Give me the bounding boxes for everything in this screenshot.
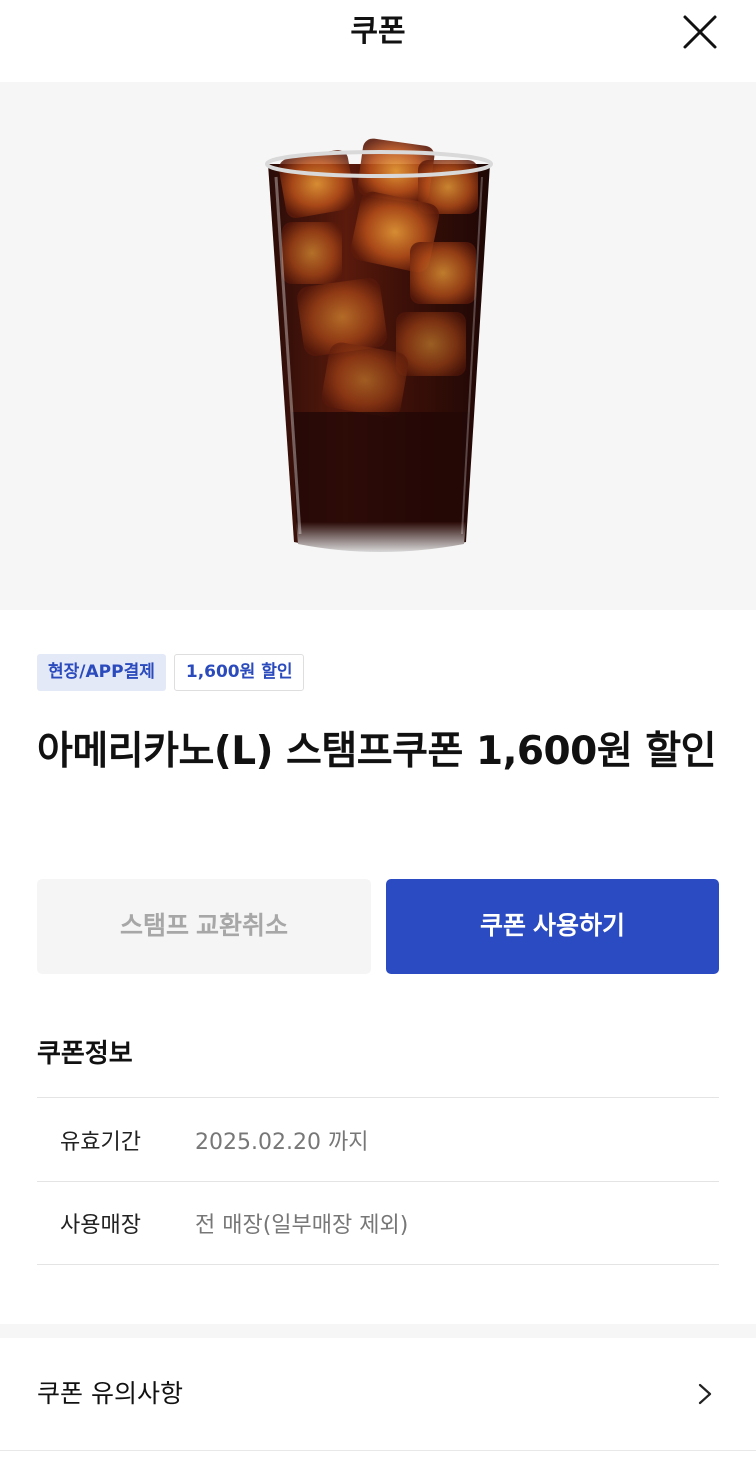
page-title: 쿠폰: [350, 14, 406, 49]
iced-americano-image: [265, 138, 493, 552]
coupon-info-table: 유효기간 2025.02.20 까지 사용매장 전 매장(일부매장 제외): [37, 1097, 719, 1265]
info-row-stores: 사용매장 전 매장(일부매장 제외): [37, 1181, 719, 1265]
section-divider: [0, 1324, 756, 1338]
discount-badge: 1,600원 할인: [173, 654, 305, 691]
stamp-exchange-cancel-button[interactable]: 스탬프 교환취소: [37, 879, 371, 974]
info-row-validity: 유효기간 2025.02.20 까지: [37, 1097, 719, 1181]
coupon-notice-row[interactable]: 쿠폰 유의사항: [0, 1338, 756, 1451]
validity-label: 유효기간: [60, 1129, 141, 1155]
coupon-title: 아메리카노(L) 스탬프쿠폰 1,600원 할인: [37, 729, 717, 774]
coupon-info-heading: 쿠폰정보: [37, 1039, 133, 1069]
use-coupon-button[interactable]: 쿠폰 사용하기: [386, 879, 719, 974]
stores-value: 전 매장(일부매장 제외): [195, 1213, 409, 1238]
coupon-page: 쿠폰 현장/APP결제 1,600원 할인 아메리카노(L) 스탬프쿠폰 1,6…: [0, 0, 756, 1473]
stores-label: 사용매장: [60, 1213, 141, 1238]
product-image-area: [0, 82, 756, 610]
payment-method-badge: 현장/APP결제: [37, 654, 166, 691]
close-icon: [683, 15, 717, 49]
header: 쿠폰: [0, 0, 756, 82]
close-button[interactable]: [678, 10, 722, 54]
chevron-right-icon: [698, 1383, 712, 1405]
coupon-notice-label: 쿠폰 유의사항: [37, 1379, 183, 1408]
validity-value: 2025.02.20 까지: [195, 1129, 369, 1155]
badge-group: 현장/APP결제 1,600원 할인: [37, 654, 305, 691]
